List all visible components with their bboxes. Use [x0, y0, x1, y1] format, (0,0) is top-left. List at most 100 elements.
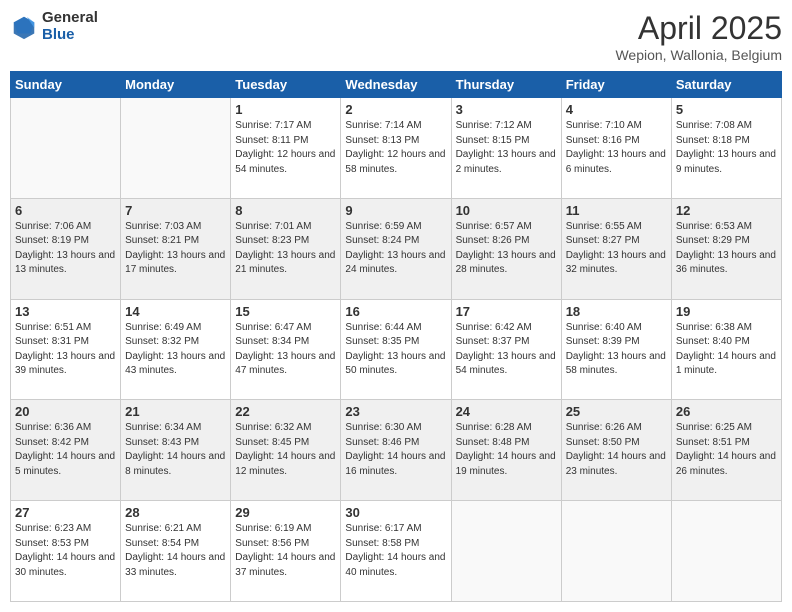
day-number: 25 — [566, 404, 667, 419]
logo-icon — [10, 13, 38, 41]
weekday-header-thursday: Thursday — [451, 72, 561, 98]
calendar-cell — [11, 98, 121, 199]
day-number: 23 — [345, 404, 446, 419]
calendar-cell: 7Sunrise: 7:03 AMSunset: 8:21 PMDaylight… — [121, 198, 231, 299]
day-number: 8 — [235, 203, 336, 218]
cell-content: Sunrise: 6:32 AMSunset: 8:45 PMDaylight:… — [235, 421, 336, 479]
cell-content: Sunrise: 7:10 AMSunset: 8:16 PMDaylight:… — [566, 119, 667, 177]
day-number: 11 — [566, 203, 667, 218]
calendar-cell: 20 Sunrise: 6:36 AMSunset: 8:42 PMDayligh… — [11, 400, 121, 501]
calendar-cell: 22 Sunrise: 6:32 AMSunset: 8:45 PMDayligh… — [231, 400, 341, 501]
day-number: 19 — [676, 304, 777, 319]
cell-content: Sunrise: 6:55 AMSunset: 8:27 PMDaylight:… — [566, 220, 667, 278]
day-number: 17 — [456, 304, 557, 319]
cell-content: Sunrise: 6:36 AMSunset: 8:42 PMDaylight:… — [15, 421, 116, 479]
logo-blue: Blue — [42, 27, 98, 44]
cell-content: Sunrise: 7:14 AMSunset: 8:13 PMDaylight:… — [345, 119, 446, 177]
weekday-header-tuesday: Tuesday — [231, 72, 341, 98]
weekday-header-saturday: Saturday — [671, 72, 781, 98]
calendar-cell: 5 Sunrise: 7:08 AMSunset: 8:18 PMDaylight… — [671, 98, 781, 199]
calendar-cell — [121, 98, 231, 199]
calendar-cell: 14Sunrise: 6:49 AMSunset: 8:32 PMDayligh… — [121, 299, 231, 400]
calendar-cell: 23 Sunrise: 6:30 AMSunset: 8:46 PMDayligh… — [341, 400, 451, 501]
day-number: 26 — [676, 404, 777, 419]
cell-content: Sunrise: 6:40 AMSunset: 8:39 PMDaylight:… — [566, 321, 667, 379]
cell-content: Sunrise: 6:21 AMSunset: 8:54 PMDaylight:… — [125, 522, 226, 580]
cell-content: Sunrise: 6:38 AMSunset: 8:40 PMDaylight:… — [676, 321, 777, 379]
week-row-3: 13Sunrise: 6:51 AMSunset: 8:31 PMDayligh… — [11, 299, 782, 400]
day-number: 12 — [676, 203, 777, 218]
cell-content: Sunrise: 6:42 AMSunset: 8:37 PMDaylight:… — [456, 321, 557, 379]
cell-content: Sunrise: 6:23 AMSunset: 8:53 PMDaylight:… — [15, 522, 116, 580]
day-number: 21 — [125, 404, 226, 419]
calendar-cell: 19 Sunrise: 6:38 AMSunset: 8:40 PMDayligh… — [671, 299, 781, 400]
cell-content: Sunrise: 6:34 AMSunset: 8:43 PMDaylight:… — [125, 421, 226, 479]
week-row-5: 27Sunrise: 6:23 AMSunset: 8:53 PMDayligh… — [11, 501, 782, 602]
weekday-header-row: SundayMondayTuesdayWednesdayThursdayFrid… — [11, 72, 782, 98]
title-area: April 2025 Wepion, Wallonia, Belgium — [615, 10, 782, 63]
calendar-cell: 15 Sunrise: 6:47 AMSunset: 8:34 PMDayligh… — [231, 299, 341, 400]
header: General Blue April 2025 Wepion, Wallonia… — [10, 10, 782, 63]
cell-content: Sunrise: 7:17 AMSunset: 8:11 PMDaylight:… — [235, 119, 336, 177]
cell-content: Sunrise: 7:12 AMSunset: 8:15 PMDaylight:… — [456, 119, 557, 177]
cell-content: Sunrise: 6:26 AMSunset: 8:50 PMDaylight:… — [566, 421, 667, 479]
week-row-2: 6Sunrise: 7:06 AMSunset: 8:19 PMDaylight… — [11, 198, 782, 299]
day-number: 20 — [15, 404, 116, 419]
day-number: 16 — [345, 304, 446, 319]
calendar-table: SundayMondayTuesdayWednesdayThursdayFrid… — [10, 71, 782, 602]
calendar-cell — [451, 501, 561, 602]
cell-content: Sunrise: 6:17 AMSunset: 8:58 PMDaylight:… — [345, 522, 446, 580]
day-number: 10 — [456, 203, 557, 218]
calendar-cell: 10 Sunrise: 6:57 AMSunset: 8:26 PMDayligh… — [451, 198, 561, 299]
calendar-cell: 17 Sunrise: 6:42 AMSunset: 8:37 PMDayligh… — [451, 299, 561, 400]
day-number: 1 — [235, 102, 336, 117]
cell-content: Sunrise: 6:53 AMSunset: 8:29 PMDaylight:… — [676, 220, 777, 278]
cell-content: Sunrise: 6:59 AMSunset: 8:24 PMDaylight:… — [345, 220, 446, 278]
calendar-cell: 16 Sunrise: 6:44 AMSunset: 8:35 PMDayligh… — [341, 299, 451, 400]
calendar-cell: 13Sunrise: 6:51 AMSunset: 8:31 PMDayligh… — [11, 299, 121, 400]
calendar-cell: 1 Sunrise: 7:17 AMSunset: 8:11 PMDaylight… — [231, 98, 341, 199]
weekday-header-monday: Monday — [121, 72, 231, 98]
cell-content: Sunrise: 7:08 AMSunset: 8:18 PMDaylight:… — [676, 119, 777, 177]
day-number: 18 — [566, 304, 667, 319]
calendar-cell: 11 Sunrise: 6:55 AMSunset: 8:27 PMDayligh… — [561, 198, 671, 299]
logo-general: General — [42, 10, 98, 27]
cell-content: Sunrise: 7:06 AMSunset: 8:19 PMDaylight:… — [15, 220, 116, 278]
cell-content: Sunrise: 6:47 AMSunset: 8:34 PMDaylight:… — [235, 321, 336, 379]
day-number: 2 — [345, 102, 446, 117]
calendar-cell — [671, 501, 781, 602]
cell-content: Sunrise: 6:28 AMSunset: 8:48 PMDaylight:… — [456, 421, 557, 479]
calendar-cell: 6Sunrise: 7:06 AMSunset: 8:19 PMDaylight… — [11, 198, 121, 299]
day-number: 13 — [15, 304, 116, 319]
calendar-cell: 21 Sunrise: 6:34 AMSunset: 8:43 PMDayligh… — [121, 400, 231, 501]
day-number: 28 — [125, 505, 226, 520]
calendar-cell: 12 Sunrise: 6:53 AMSunset: 8:29 PMDayligh… — [671, 198, 781, 299]
day-number: 30 — [345, 505, 446, 520]
day-number: 3 — [456, 102, 557, 117]
day-number: 9 — [345, 203, 446, 218]
day-number: 24 — [456, 404, 557, 419]
calendar-cell: 29Sunrise: 6:19 AMSunset: 8:56 PMDayligh… — [231, 501, 341, 602]
day-number: 5 — [676, 102, 777, 117]
weekday-header-wednesday: Wednesday — [341, 72, 451, 98]
cell-content: Sunrise: 6:44 AMSunset: 8:35 PMDaylight:… — [345, 321, 446, 379]
calendar-cell: 8Sunrise: 7:01 AMSunset: 8:23 PMDaylight… — [231, 198, 341, 299]
calendar-cell: 4 Sunrise: 7:10 AMSunset: 8:16 PMDaylight… — [561, 98, 671, 199]
cell-content: Sunrise: 6:19 AMSunset: 8:56 PMDaylight:… — [235, 522, 336, 580]
cell-content: Sunrise: 6:30 AMSunset: 8:46 PMDaylight:… — [345, 421, 446, 479]
weekday-header-sunday: Sunday — [11, 72, 121, 98]
day-number: 15 — [235, 304, 336, 319]
week-row-1: 1 Sunrise: 7:17 AMSunset: 8:11 PMDaylight… — [11, 98, 782, 199]
cell-content: Sunrise: 7:03 AMSunset: 8:21 PMDaylight:… — [125, 220, 226, 278]
calendar-cell: 24 Sunrise: 6:28 AMSunset: 8:48 PMDayligh… — [451, 400, 561, 501]
day-number: 22 — [235, 404, 336, 419]
logo: General Blue — [10, 10, 98, 43]
month-title: April 2025 — [615, 10, 782, 47]
cell-content: Sunrise: 6:25 AMSunset: 8:51 PMDaylight:… — [676, 421, 777, 479]
cell-content: Sunrise: 6:57 AMSunset: 8:26 PMDaylight:… — [456, 220, 557, 278]
location: Wepion, Wallonia, Belgium — [615, 47, 782, 63]
calendar-cell: 25 Sunrise: 6:26 AMSunset: 8:50 PMDayligh… — [561, 400, 671, 501]
day-number: 4 — [566, 102, 667, 117]
calendar-cell: 28 Sunrise: 6:21 AMSunset: 8:54 PMDayligh… — [121, 501, 231, 602]
page: General Blue April 2025 Wepion, Wallonia… — [0, 0, 792, 612]
